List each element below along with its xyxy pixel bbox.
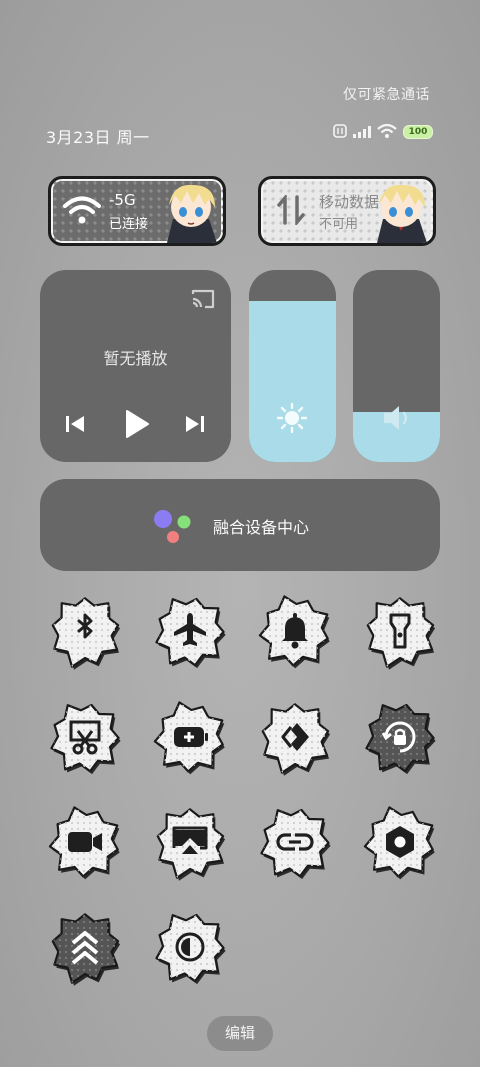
signal-icon [353,123,371,142]
brightness-slider[interactable] [249,270,336,462]
character-sticker [159,179,223,243]
wifi-status: 已连接 [109,217,149,232]
media-player-card[interactable]: 暂无播放 [40,270,231,462]
wifi-tile[interactable]: -5G 已连接 [48,176,226,246]
battery-saver-icon [174,727,208,747]
cast-icon[interactable] [190,288,216,314]
previous-track-button[interactable] [65,414,85,438]
screen-recorder-toggle[interactable] [45,802,125,882]
sun-icon [276,402,308,438]
nfc-icon [333,123,347,142]
flashlight-toggle[interactable] [360,591,440,671]
status-bar-icons: 100 [333,123,433,142]
media-status-label: 暂无播放 [103,349,168,368]
volume-slider[interactable] [353,270,440,462]
battery-saver-toggle[interactable] [150,697,230,777]
mobile-data-tile[interactable]: 移动数据 不可用 [258,176,436,246]
performance-toggle[interactable] [45,907,125,987]
edit-button[interactable]: 编辑 [207,1016,273,1051]
battery-indicator: 100 [403,125,433,139]
date-text: 3月23日 周一 [46,128,150,147]
screenshot-toggle[interactable] [45,697,125,777]
emergency-calls-only-text: 仅可紧急通话 [343,87,430,103]
play-button[interactable] [124,409,150,443]
dark-mode-toggle[interactable] [150,907,230,987]
rotation-lock-toggle[interactable] [360,697,440,777]
settings-toggle[interactable] [360,802,440,882]
device-hub-label: 融合设备中心 [213,518,310,537]
link-toggle[interactable] [255,802,335,882]
device-hub-button[interactable]: 融合设备中心 [40,479,440,571]
wifi-status-icon [377,123,397,142]
airplane-mode-toggle[interactable] [150,591,230,671]
wifi-name: -5G [109,191,136,209]
sound-toggle[interactable] [255,591,335,671]
bluetooth-toggle[interactable] [45,591,125,671]
volume-icon [381,404,413,436]
next-track-button[interactable] [185,414,205,438]
wifi-icon [63,195,101,229]
screen-cast-toggle[interactable] [150,802,230,882]
device-hub-icon [152,509,194,549]
character-sticker [369,179,433,243]
mobile-data-icon [277,193,305,229]
nearby-share-toggle[interactable] [255,697,335,777]
mobile-data-status: 不可用 [319,217,359,232]
